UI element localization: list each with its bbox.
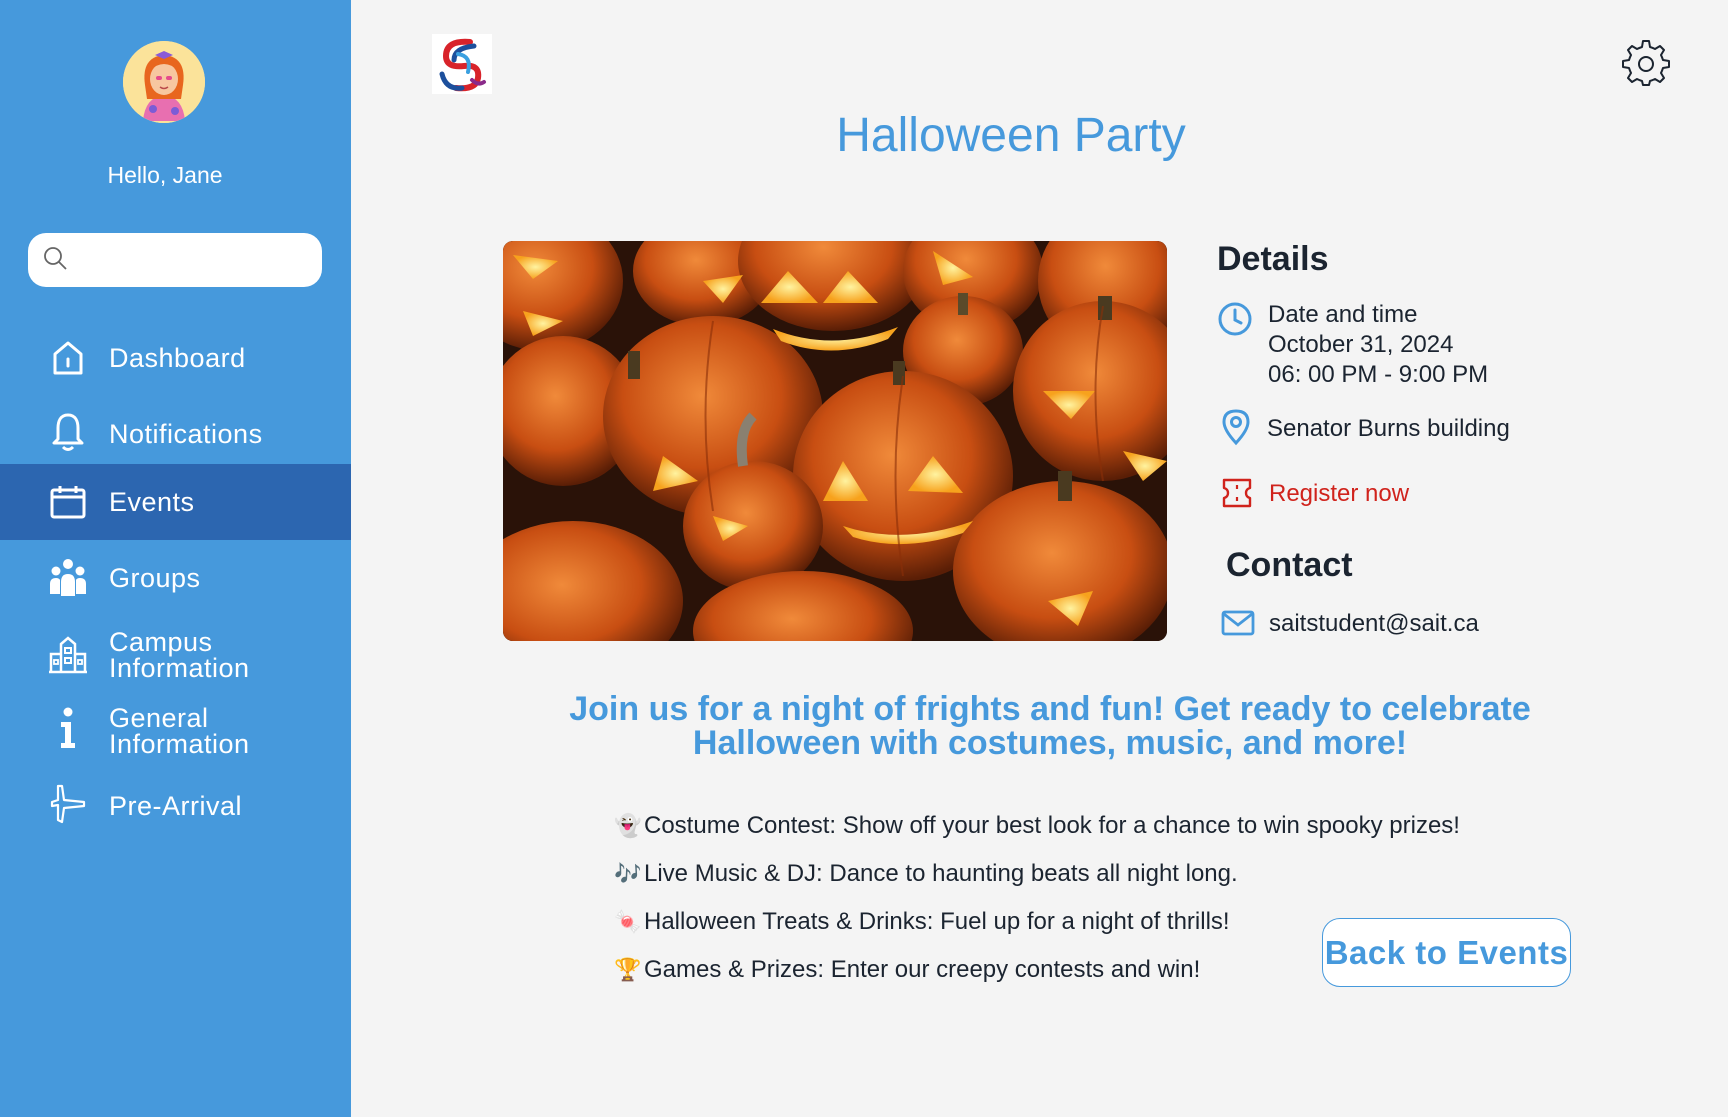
sidebar-item-pre-arrival[interactable]: Pre-Arrival	[0, 768, 351, 844]
app-logo	[432, 34, 492, 94]
sidebar-item-campus-information[interactable]: Campus Information	[0, 616, 351, 692]
page-title: Halloween Party	[836, 109, 1186, 162]
list-item-text: Live Music & DJ: Dance to haunting beats…	[644, 860, 1238, 887]
list-item-text: Games & Prizes: Enter our creepy contest…	[644, 956, 1201, 983]
details-heading: Details	[1217, 240, 1329, 278]
clock-icon	[1216, 300, 1254, 343]
ticket-icon[interactable]	[1222, 478, 1252, 513]
sidebar-item-dashboard[interactable]: Dashboard	[0, 320, 351, 396]
info-icon	[48, 707, 88, 748]
trophy-icon: 🏆	[614, 957, 642, 982]
event-datetime: Date and time October 31, 2024 06: 00 PM…	[1268, 300, 1488, 390]
sidebar-item-general-information[interactable]: General Information	[0, 692, 351, 768]
search-icon	[42, 245, 68, 276]
event-tagline: Join us for a night of frights and fun! …	[569, 690, 1531, 762]
calendar-icon	[48, 482, 88, 522]
sidebar: Hello, Jane Dashboard Notifications Even	[0, 0, 351, 1117]
ghost-icon: 👻	[614, 813, 642, 838]
list-item: 🍬 Halloween Treats & Drinks: Fuel up for …	[614, 908, 1230, 936]
sidebar-item-label: Notifications	[109, 419, 263, 449]
avatar[interactable]	[123, 41, 205, 123]
sidebar-item-label: Events	[109, 487, 195, 517]
home-icon	[48, 338, 88, 378]
list-item: 👻 Costume Contest: Show off your best loo…	[614, 812, 1460, 840]
location-pin-icon	[1220, 408, 1252, 451]
contact-heading: Contact	[1226, 546, 1353, 584]
register-now-link[interactable]: Register now	[1269, 480, 1409, 508]
event-date: October 31, 2024	[1268, 331, 1454, 358]
people-icon	[48, 558, 88, 598]
list-item: 🎶 Live Music & DJ: Dance to haunting beat…	[614, 860, 1238, 888]
sidebar-item-label: Campus Information	[109, 627, 250, 683]
list-item-text: Costume Contest: Show off your best look…	[644, 812, 1460, 839]
greeting: Hello, Jane	[107, 162, 223, 188]
sidebar-item-events[interactable]: Events	[0, 464, 351, 540]
mail-icon	[1221, 609, 1255, 642]
event-time: 06: 00 PM - 9:00 PM	[1268, 361, 1489, 388]
search-input[interactable]	[76, 240, 306, 280]
sidebar-item-label: Groups	[109, 563, 201, 593]
list-item: 🏆 Games & Prizes: Enter our creepy contes…	[614, 956, 1200, 984]
event-location: Senator Burns building	[1267, 415, 1510, 442]
sidebar-item-label: Pre-Arrival	[109, 791, 243, 821]
sidebar-item-groups[interactable]: Groups	[0, 540, 351, 616]
list-item-text: Halloween Treats & Drinks: Fuel up for a…	[644, 908, 1230, 935]
contact-email[interactable]: saitstudent@sait.ca	[1269, 610, 1479, 638]
candy-icon: 🍬	[614, 909, 642, 934]
bell-icon	[48, 412, 88, 452]
sidebar-item-label: Dashboard	[109, 343, 246, 373]
search-bar[interactable]	[28, 233, 322, 287]
settings-gear-icon[interactable]	[1622, 38, 1670, 86]
datetime-label: Date and time	[1268, 301, 1418, 328]
event-image-pumpkins	[503, 241, 1167, 641]
music-notes-icon: 🎶	[614, 861, 642, 886]
sidebar-item-label: General Information	[109, 703, 250, 759]
sidebar-item-notifications[interactable]: Notifications	[0, 396, 351, 472]
back-to-events-button[interactable]: Back to Events	[1322, 918, 1571, 987]
airplane-icon	[48, 784, 88, 824]
building-icon	[48, 634, 88, 674]
